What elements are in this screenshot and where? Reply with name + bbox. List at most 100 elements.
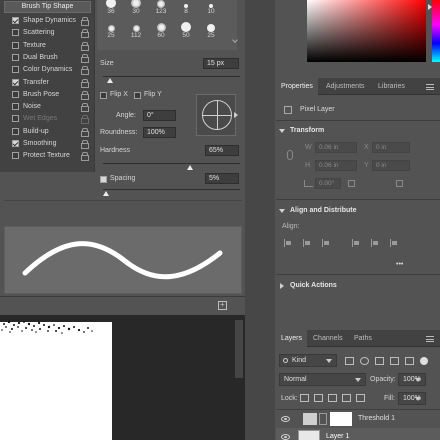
document-canvas[interactable] [0,320,112,440]
opacity-field[interactable]: 100% [398,373,426,386]
brush-option-shape-dynamics[interactable]: Shape Dynamics [0,14,95,27]
spacing-field[interactable]: 5% [205,173,239,184]
h-field[interactable]: 0.06 in [315,160,357,171]
align-middle-v-icon[interactable] [371,239,380,247]
tips-scrollbar[interactable] [232,0,240,50]
more-options-icon[interactable]: ••• [396,261,403,268]
brush-option-brush-pose[interactable]: Brush Pose [0,88,95,101]
flip-vertical-icon[interactable] [396,180,403,187]
lock-icon[interactable] [81,115,89,125]
layer-thumbnail[interactable] [298,430,320,440]
layer-name[interactable]: Threshold 1 [358,415,395,422]
transform-section-title[interactable]: Transform [290,127,324,134]
option-checkbox[interactable] [12,66,19,74]
layers-menu-icon[interactable] [426,336,434,342]
collapse-transform-icon[interactable] [279,129,285,133]
hue-slider[interactable] [432,0,440,62]
filter-smart-object-icon[interactable] [405,357,414,365]
size-field[interactable]: 15 px [203,58,239,69]
layer-row-layer1[interactable]: Layer 1 [276,428,440,440]
lock-transparent-icon[interactable] [300,394,309,402]
flip-x-checkbox[interactable] [100,92,107,99]
lock-icon[interactable] [81,140,89,149]
rotate-arrow-icon[interactable] [234,112,238,118]
align-top-icon[interactable] [352,239,361,247]
brush-tip-preset[interactable]: 30 [125,0,147,16]
brush-tip-preset[interactable]: 123 [150,0,172,16]
option-checkbox[interactable] [12,90,19,98]
layer-row-threshold[interactable]: Threshold 1 [276,410,440,428]
spacing-checkbox[interactable] [100,176,107,183]
brush-tip-preset[interactable]: 60 [150,22,172,40]
lock-icon[interactable] [81,152,89,162]
brush-tip-preset[interactable]: 25 [100,22,122,40]
flip-horizontal-icon[interactable] [348,180,355,187]
tab-layers[interactable]: Layers [276,330,308,347]
brush-tip-preset[interactable]: 25 [200,22,222,40]
y-field[interactable]: 0 in [372,160,410,171]
expand-quick-actions-icon[interactable] [280,283,284,289]
option-checkbox[interactable] [12,78,19,86]
brush-option-scattering[interactable]: Scattering [0,26,95,39]
hardness-slider-thumb[interactable] [187,165,194,170]
brush-option-transfer[interactable]: Transfer [0,76,95,89]
eye-icon[interactable] [281,434,290,440]
lock-artboard-icon[interactable] [342,394,351,402]
brush-tip-preset[interactable]: 36 [100,0,122,16]
align-section-title[interactable]: Align and Distribute [290,207,357,214]
brush-option-noise[interactable]: Noise [0,100,95,113]
roundness-field[interactable]: 100% [143,127,176,138]
filter-pixel-icon[interactable] [345,357,354,365]
brush-option-wet-edges[interactable]: Wet Edges [0,112,95,125]
filter-toggle-icon[interactable] [420,357,428,365]
tab-channels[interactable]: Channels [308,330,348,347]
brush-tip-preset[interactable]: 112 [125,22,147,40]
brush-option-texture[interactable]: Texture [0,39,95,52]
angle-roundness-widget[interactable] [196,94,238,136]
fill-field[interactable]: 100% [398,392,426,405]
blend-mode-dropdown[interactable]: Normal [279,373,366,386]
collapse-align-icon[interactable] [279,209,285,213]
lock-icon[interactable] [81,90,89,100]
brush-option-smoothing[interactable]: Smoothing [0,137,95,150]
lock-icon[interactable] [81,41,89,51]
tab-libraries[interactable]: Libraries [373,78,410,95]
canvas-vertical-scrollbar[interactable] [235,320,243,378]
brush-tip-shape-button[interactable]: Brush Tip Shape [4,1,91,13]
lock-all-icon[interactable] [356,394,365,402]
hue-slider-arrow-icon[interactable] [428,4,432,10]
brush-tip-preset[interactable]: 50 [175,22,197,40]
option-checkbox[interactable] [12,140,19,147]
option-checkbox[interactable] [12,41,19,49]
brush-option-build-up[interactable]: Build-up [0,125,95,138]
option-checkbox[interactable] [12,17,19,24]
spacing-slider-thumb[interactable] [102,191,109,196]
lock-icon[interactable] [81,127,89,137]
brush-tip-preset[interactable]: 8 [175,0,197,16]
align-left-icon[interactable] [284,239,293,247]
panel-menu-icon[interactable] [426,84,434,90]
option-checkbox[interactable] [12,103,19,111]
quick-actions-title[interactable]: Quick Actions [290,282,337,289]
option-checkbox[interactable] [12,29,19,37]
layer-filter-dropdown[interactable]: Kind [279,354,337,367]
color-picker-field[interactable] [307,0,426,62]
lock-icon[interactable] [81,53,89,63]
size-slider-thumb[interactable] [106,78,113,83]
lock-position-icon[interactable] [328,394,337,402]
option-checkbox[interactable] [12,152,19,160]
brush-option-color-dynamics[interactable]: Color Dynamics [0,63,95,76]
hardness-slider-track[interactable] [103,163,240,164]
transform-angle-field[interactable]: 0.00° [315,178,341,189]
option-checkbox[interactable] [12,53,19,61]
align-center-h-icon[interactable] [303,239,312,247]
brush-tip-presets[interactable]: 36 30 123 8 10 25 112 60 50 25 [97,0,237,50]
tab-paths[interactable]: Paths [349,330,377,347]
hardness-field[interactable]: 65% [205,145,239,156]
flip-y-checkbox[interactable] [134,92,141,99]
tab-adjustments[interactable]: Adjustments [321,78,370,95]
w-field[interactable]: 0.06 in [315,142,357,153]
brush-option-dual-brush[interactable]: Dual Brush [0,51,95,64]
option-checkbox[interactable] [12,115,19,123]
layer-name[interactable]: Layer 1 [326,433,349,440]
